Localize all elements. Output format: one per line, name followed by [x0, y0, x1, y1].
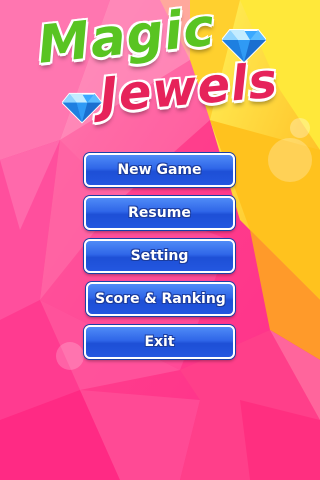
resume-label: Resume — [128, 205, 191, 221]
exit-button[interactable]: Exit — [84, 325, 235, 359]
resume-button[interactable]: Resume — [84, 196, 235, 230]
new-game-label: New Game — [117, 162, 202, 178]
diamond-icon — [222, 29, 266, 64]
diamond-icon — [62, 92, 102, 124]
new-game-button[interactable]: New Game — [84, 153, 235, 187]
score-ranking-button[interactable]: Score & Ranking — [86, 282, 235, 316]
setting-label: Setting — [130, 248, 189, 264]
exit-label: Exit — [144, 334, 175, 350]
score-ranking-label: Score & Ranking — [95, 291, 226, 307]
game-screen: Magic Jewels New Game Resume Setting Sco… — [0, 0, 320, 480]
setting-button[interactable]: Setting — [84, 239, 235, 273]
